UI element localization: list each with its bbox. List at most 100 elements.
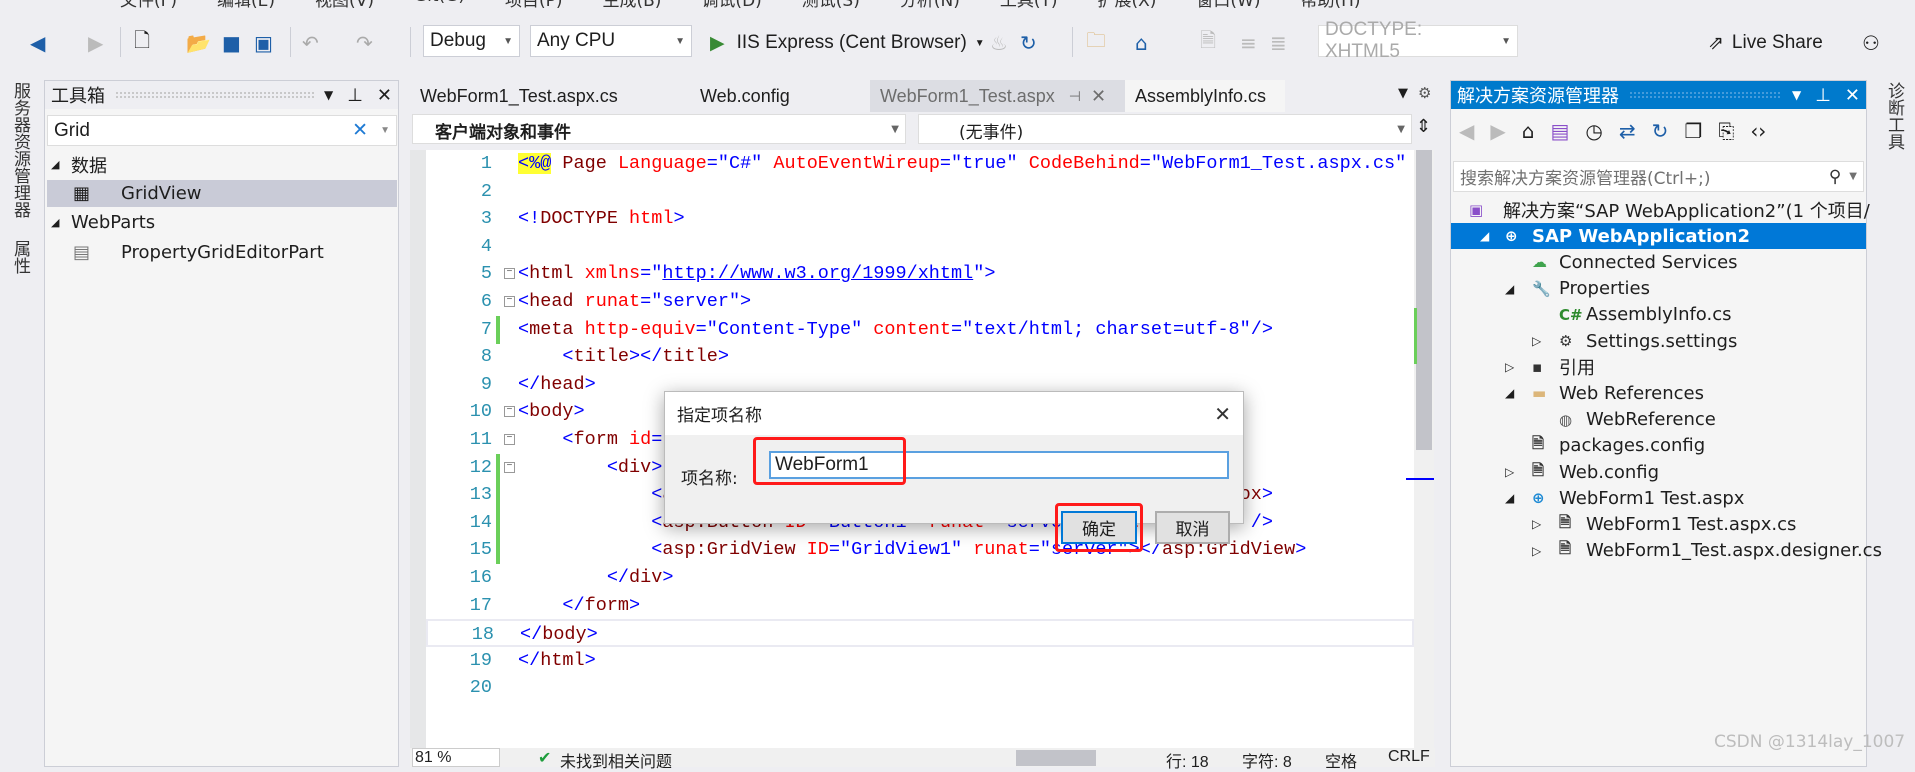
toolbox-item-gridview[interactable]: ▦ GridView: [47, 180, 397, 207]
code-line[interactable]: 1 <%@ Page Language="C#" AutoEventWireup=…: [410, 150, 1414, 178]
expand-arrow-icon[interactable]: ▷: [1532, 517, 1541, 531]
solution-search-input[interactable]: 搜索解决方案资源管理器(Ctrl+;) ⚲ ▼: [1453, 161, 1864, 192]
expand-arrow-icon[interactable]: ▷: [1505, 360, 1514, 374]
expand-arrow-icon[interactable]: ▷: [1505, 465, 1514, 479]
tab-list-icon[interactable]: ▼: [1398, 86, 1408, 101]
tab-webform-aspx[interactable]: WebForm1_Test.aspx ⊣ ✕: [870, 80, 1125, 112]
code-line[interactable]: 5− <html xmlns="http://www.w3.org/1999/xh…: [410, 260, 1414, 288]
pin-icon[interactable]: ⊥: [347, 85, 363, 106]
collapse-arrow-icon[interactable]: ◢: [1505, 386, 1514, 400]
code-line[interactable]: 2: [410, 178, 1414, 206]
fold-toggle-icon[interactable]: −: [504, 461, 515, 473]
code-line[interactable]: 19 </html>: [410, 647, 1414, 675]
close-tab-icon[interactable]: ✕: [1091, 86, 1106, 107]
view-code-icon[interactable]: ‹›: [1750, 119, 1766, 143]
toolbox-group-webparts[interactable]: ◢ WebParts: [51, 209, 155, 236]
solution-tree-item[interactable]: 🗎 packages.config: [1451, 433, 1866, 459]
pin-icon[interactable]: ⊥: [1815, 85, 1831, 106]
solution-tree-item[interactable]: ▣ 解决方案“SAP WebApplication2”(1 个项目/: [1451, 197, 1870, 223]
tab-assemblyinfo[interactable]: AssemblyInfo.cs: [1125, 80, 1285, 112]
search-options-icon[interactable]: ▼: [380, 125, 390, 136]
horizontal-scrollbar[interactable]: [1016, 750, 1096, 766]
collapse-arrow-icon[interactable]: ◢: [1505, 491, 1514, 505]
forward-icon[interactable]: ▶: [1490, 119, 1505, 143]
split-icon[interactable]: ⇕: [1416, 116, 1431, 137]
server-explorer-tab[interactable]: 服务器资源管理器: [8, 82, 33, 218]
live-share-button[interactable]: ⇗ Live Share: [1708, 28, 1823, 58]
dropdown-icon[interactable]: ▼: [1792, 88, 1801, 102]
close-icon[interactable]: ✕: [377, 85, 392, 106]
tab-web-config[interactable]: Web.config: [690, 80, 800, 112]
code-line[interactable]: 20: [410, 674, 1414, 702]
diagnostics-tools-tab[interactable]: 诊断工具: [1882, 82, 1907, 150]
back-icon[interactable]: ◀: [30, 28, 45, 58]
settings-icon[interactable]: ⚙: [1418, 84, 1431, 102]
undo-icon[interactable]: ↶: [302, 28, 319, 58]
format-icon[interactable]: ≡: [1240, 28, 1257, 58]
code-line[interactable]: 17 </form>: [410, 592, 1414, 620]
forward-icon[interactable]: ▶: [88, 28, 103, 58]
run-button[interactable]: ▶ IIS Express (Cent Browser) ▼: [710, 28, 985, 58]
code-line[interactable]: 7 <meta http-equiv="Content-Type" content…: [410, 315, 1414, 344]
close-icon[interactable]: ✕: [1845, 85, 1860, 106]
document-icon[interactable]: 🗎: [1200, 28, 1216, 58]
fold-toggle-icon[interactable]: −: [504, 268, 515, 280]
code-line[interactable]: 6 − <head runat="server">: [410, 288, 1414, 316]
fold-toggle-icon[interactable]: −: [504, 296, 515, 307]
solution-tree-item[interactable]: ▷ ▪ 引用: [1451, 354, 1866, 380]
solution-tree-item[interactable]: ☁ Connected Services: [1451, 249, 1866, 275]
fold-toggle-icon[interactable]: −: [504, 434, 515, 445]
zoom-dropdown[interactable]: 81 %: [412, 748, 500, 767]
toolbox-search-input[interactable]: Grid ✕ ▼: [47, 115, 397, 146]
collapse-all-icon[interactable]: ❐: [1684, 119, 1702, 143]
solution-tree-item[interactable]: ▷ ⚙ Settings.settings: [1451, 328, 1866, 354]
indent-indicator[interactable]: 空格: [1325, 748, 1357, 772]
doctype-dropdown[interactable]: DOCTYPE: XHTML5 ▼: [1318, 19, 1518, 62]
cancel-button[interactable]: 取消: [1155, 511, 1230, 544]
collapse-arrow-icon[interactable]: ◢: [1505, 282, 1514, 296]
solution-tree-item[interactable]: ▷ 🗎 WebForm1_Test.aspx.designer.cs: [1451, 538, 1882, 564]
code-line[interactable]: 18 </body>: [426, 619, 1414, 648]
sync-icon[interactable]: ⇄: [1619, 119, 1636, 143]
configuration-dropdown[interactable]: Debug ▼: [423, 25, 520, 57]
expand-arrow-icon[interactable]: ▷: [1532, 334, 1541, 348]
code-line[interactable]: 4: [410, 233, 1414, 261]
solution-tree-item[interactable]: ◢ ⊕ SAP WebApplication2: [1451, 223, 1866, 250]
properties-tab[interactable]: 属性: [8, 240, 33, 274]
solution-tree-item[interactable]: ▷ 🗎 Web.config: [1451, 459, 1866, 485]
issues-status[interactable]: 未找到相关问题: [560, 748, 672, 772]
pending-changes-icon[interactable]: ◷: [1585, 119, 1602, 143]
solution-tree-item[interactable]: C# AssemblyInfo.cs: [1451, 302, 1866, 328]
dropdown-icon[interactable]: ▼: [324, 88, 333, 102]
solution-tree-item[interactable]: ◍ WebReference: [1451, 407, 1866, 433]
clear-search-icon[interactable]: ✕: [352, 119, 368, 142]
home-icon[interactable]: ⌂: [1522, 119, 1535, 143]
toolbox-item-propertygrideditorpart[interactable]: ▤ PropertyGridEditorPart: [73, 239, 324, 266]
solution-tree-item[interactable]: ▷ 🗎 WebForm1 Test.aspx.cs: [1451, 511, 1866, 537]
search-options-icon[interactable]: ▼: [1849, 171, 1857, 182]
code-line[interactable]: 16 </div>: [410, 564, 1414, 592]
pin-icon[interactable]: ⊣: [1069, 88, 1081, 105]
browser-home-icon[interactable]: ⌂: [1135, 28, 1148, 58]
events-dropdown[interactable]: (无事件) ▼: [918, 114, 1412, 144]
save-icon[interactable]: ■: [222, 28, 241, 58]
hot-reload-icon[interactable]: ♨: [990, 28, 1008, 58]
solution-tree-item[interactable]: ◢ 🔧 Properties: [1451, 276, 1866, 302]
feedback-icon[interactable]: ⚇: [1862, 28, 1880, 58]
save-all-icon[interactable]: ▣: [254, 28, 273, 58]
refresh-icon[interactable]: ↻: [1020, 28, 1037, 58]
back-icon[interactable]: ◀: [1459, 119, 1474, 143]
comment-icon[interactable]: ≣: [1270, 28, 1287, 58]
new-project-icon[interactable]: 🗋: [134, 28, 150, 58]
show-all-files-icon[interactable]: ⎘: [1718, 119, 1734, 143]
code-line[interactable]: 3 <!DOCTYPE html>: [410, 205, 1414, 233]
refresh-icon[interactable]: ↻: [1652, 119, 1669, 143]
code-line[interactable]: 8 <title></title>: [410, 343, 1414, 371]
fold-toggle-icon[interactable]: −: [504, 406, 515, 418]
dialog-close-icon[interactable]: ✕: [1214, 402, 1231, 426]
collapse-arrow-icon[interactable]: ◢: [1480, 229, 1489, 243]
code-line[interactable]: 15 <asp:GridView ID="GridView1" runat="s…: [410, 536, 1414, 565]
tab-webform-cs[interactable]: WebForm1_Test.aspx.cs: [410, 80, 628, 112]
toolbox-group-data[interactable]: ◢ 数据: [51, 151, 107, 178]
solution-tree-item[interactable]: ◢ ⊕ WebForm1 Test.aspx: [1451, 485, 1866, 511]
